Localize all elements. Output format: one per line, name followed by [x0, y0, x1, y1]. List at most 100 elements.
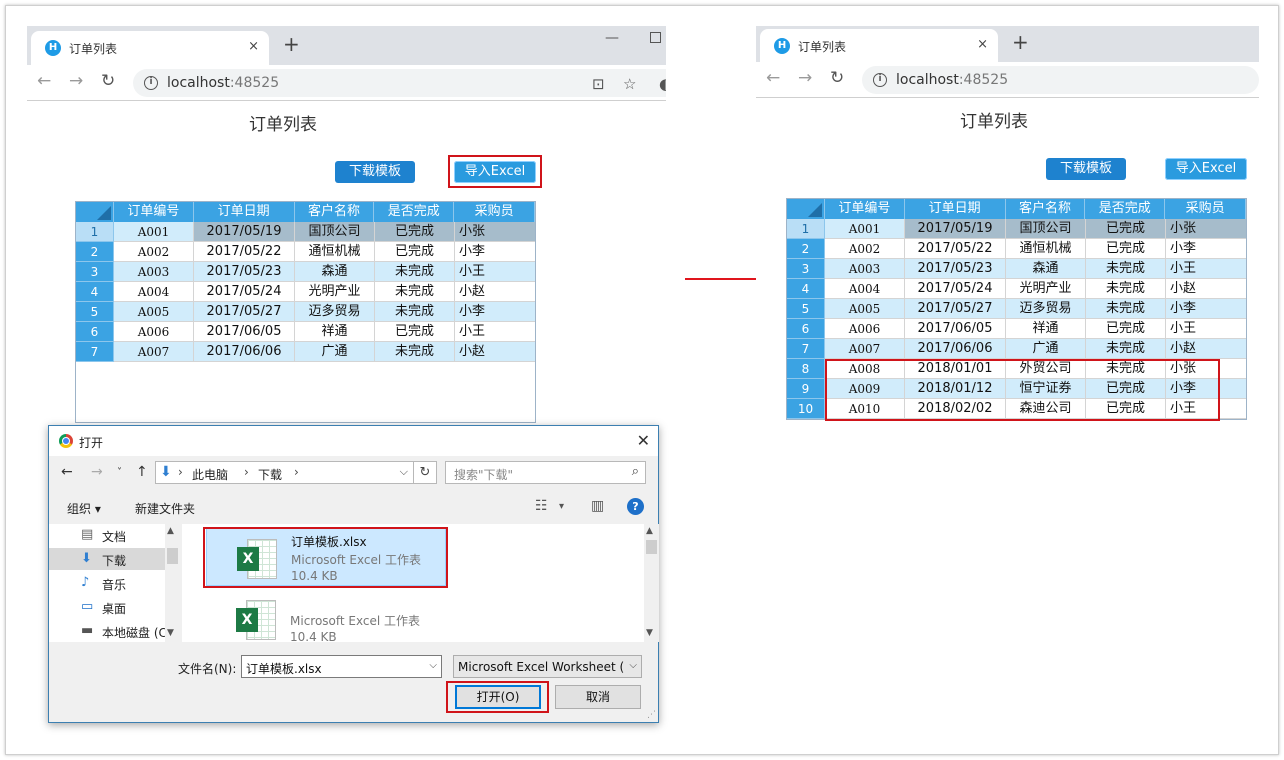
site-info-icon[interactable]: i	[873, 73, 887, 87]
table-cell[interactable]: 小王	[455, 262, 535, 282]
table-cell[interactable]: 小王	[1166, 259, 1246, 279]
table-row[interactable]: 7 A007 2017/06/06 广通 未完成 小赵	[76, 342, 535, 362]
path-downloads[interactable]: 下载	[258, 466, 282, 483]
row-number[interactable]: 9	[787, 379, 825, 399]
address-bar[interactable]: i localhost:48525	[862, 66, 1259, 94]
order-grid-after[interactable]: 订单编号 订单日期 客户名称 是否完成 采购员 1 A001 2017/05/19 国顶公司已…	[786, 198, 1247, 420]
table-row[interactable]: 8 A008 2018/01/01 外贸公司 未完成 小张	[787, 359, 1246, 379]
reload-icon[interactable]: ↻	[830, 68, 844, 88]
browser-tab[interactable]: H 订单列表 ×	[760, 29, 998, 62]
column-header[interactable]: 客户名称	[295, 202, 375, 222]
table-cell[interactable]: A002	[825, 239, 905, 259]
table-cell[interactable]: A004	[825, 279, 905, 299]
file-list-scrollbar[interactable]: ▲ ▼	[644, 524, 659, 642]
table-cell[interactable]: A005	[825, 299, 905, 319]
table-cell[interactable]: 小李	[1166, 379, 1246, 399]
filename-input[interactable]: 订单模板.xlsx ⌵	[241, 655, 442, 678]
row-number[interactable]: 3	[76, 262, 114, 282]
profile-icon[interactable]: ◐	[659, 75, 666, 93]
row-number[interactable]: 2	[787, 239, 825, 259]
table-row[interactable]: 2 A002 2017/05/22 通恒机械 已完成 小李	[76, 242, 535, 262]
nav-scrollbar[interactable]: ▲ ▼	[165, 524, 180, 642]
column-header[interactable]: 订单日期	[194, 202, 295, 222]
table-cell[interactable]: 未完成	[1086, 339, 1166, 359]
table-row[interactable]: 9 A009 2018/01/12 恒宁证券 已完成 小李	[787, 379, 1246, 399]
table-cell[interactable]: 迈多贸易	[1006, 299, 1086, 319]
table-cell[interactable]: 小王	[1166, 399, 1246, 419]
table-cell[interactable]: 光明产业	[295, 282, 375, 302]
reload-icon[interactable]: ↻	[101, 71, 115, 91]
open-button[interactable]: 打开(O)	[455, 685, 541, 709]
table-cell[interactable]: 外贸公司	[1006, 359, 1086, 379]
table-cell[interactable]: 未完成	[375, 302, 455, 322]
back-arrow-icon[interactable]: ←	[766, 68, 780, 88]
table-cell[interactable]: 已完成	[1086, 379, 1166, 399]
refresh-icon[interactable]: ↻	[413, 461, 437, 484]
row-number[interactable]: 5	[76, 302, 114, 322]
table-cell[interactable]: 小王	[1166, 319, 1246, 339]
row-number[interactable]: 6	[787, 319, 825, 339]
forward-arrow-icon[interactable]: →	[69, 71, 83, 91]
row-number[interactable]: 4	[76, 282, 114, 302]
table-cell[interactable]: 小张	[1166, 359, 1246, 379]
table-cell[interactable]: A010	[825, 399, 905, 419]
chevron-down-icon[interactable]: ⌵	[629, 660, 637, 671]
table-row[interactable]: 10 A010 2018/02/02 森迪公司 已完成 小王	[787, 399, 1246, 419]
table-cell[interactable]: 小李	[1166, 239, 1246, 259]
bookmark-star-icon[interactable]: ☆	[623, 75, 636, 93]
download-template-button[interactable]: 下载模板	[335, 161, 415, 183]
table-cell[interactable]: 2017/05/22	[194, 242, 295, 262]
table-cell[interactable]: 小李	[1166, 299, 1246, 319]
file-type-filter[interactable]: Microsoft Excel Worksheet ( ⌵	[453, 655, 642, 678]
nav-item-downloads[interactable]: ⬇ 下载	[49, 548, 167, 570]
import-excel-button[interactable]: 导入Excel	[454, 161, 536, 183]
tab-close-icon[interactable]: ×	[977, 37, 988, 52]
minimize-icon[interactable]: —	[605, 30, 619, 46]
table-cell[interactable]: 2017/06/06	[905, 339, 1006, 359]
column-header[interactable]: 订单编号	[114, 202, 194, 222]
row-number[interactable]: 7	[76, 342, 114, 362]
table-cell[interactable]: 未完成	[375, 262, 455, 282]
table-cell[interactable]: 2017/05/19	[194, 222, 295, 242]
translate-icon[interactable]: ⊡	[592, 75, 605, 93]
table-cell[interactable]: 小赵	[455, 342, 535, 362]
nav-scroll-thumb[interactable]	[167, 548, 178, 564]
table-row[interactable]: 1 A001 2017/05/19 国顶公司 已完成 小张	[787, 219, 1246, 239]
scroll-down-icon[interactable]: ▼	[167, 628, 174, 638]
help-icon[interactable]: ?	[627, 498, 644, 515]
preview-pane-icon[interactable]: ▥	[591, 498, 604, 514]
nav-item-local-disk[interactable]: ▬ 本地磁盘 (C	[49, 620, 167, 642]
table-cell[interactable]: 小李	[455, 302, 535, 322]
table-cell[interactable]: A003	[114, 262, 194, 282]
table-cell[interactable]: A007	[825, 339, 905, 359]
browser-tab[interactable]: H 订单列表 ×	[31, 31, 269, 65]
table-row[interactable]: 3 A003 2017/05/23 森通 未完成 小王	[76, 262, 535, 282]
organize-menu[interactable]: 组织 ▾	[67, 500, 101, 517]
table-row[interactable]: 6 A006 2017/06/05 祥通 已完成 小王	[76, 322, 535, 342]
row-number[interactable]: 6	[76, 322, 114, 342]
table-cell[interactable]: 小赵	[1166, 339, 1246, 359]
column-header[interactable]: 采购员	[1165, 199, 1246, 219]
table-cell[interactable]: 恒宁证券	[1006, 379, 1086, 399]
column-header[interactable]: 是否完成	[1085, 199, 1166, 219]
import-excel-button[interactable]: 导入Excel	[1165, 158, 1247, 180]
table-row[interactable]: 5 A005 2017/05/27 迈多贸易 未完成 小李	[76, 302, 535, 322]
recent-locations-icon[interactable]: ˅	[117, 467, 122, 478]
table-cell[interactable]: 2017/05/27	[194, 302, 295, 322]
table-cell[interactable]: 国顶公司	[1006, 219, 1086, 239]
table-row[interactable]: 3 A003 2017/05/23 森通 未完成 小王	[787, 259, 1246, 279]
new-tab-button[interactable]: +	[283, 34, 300, 54]
table-cell[interactable]: 国顶公司	[295, 222, 375, 242]
column-header[interactable]: 采购员	[454, 202, 535, 222]
dialog-forward-icon[interactable]: →	[91, 464, 103, 480]
table-cell[interactable]: 未完成	[1086, 359, 1166, 379]
download-template-button[interactable]: 下载模板	[1046, 158, 1126, 180]
order-grid-before[interactable]: 订单编号 订单日期 客户名称 是否完成 采购员 1 A001 2017/05/19 国顶公司已…	[75, 201, 536, 423]
new-tab-button[interactable]: +	[1012, 32, 1029, 52]
column-header[interactable]: 订单编号	[825, 199, 905, 219]
row-number[interactable]: 3	[787, 259, 825, 279]
table-cell[interactable]: 小张	[455, 222, 535, 242]
table-cell[interactable]: 未完成	[1086, 299, 1166, 319]
table-cell[interactable]: A001	[114, 222, 194, 242]
scroll-up-icon[interactable]: ▲	[167, 526, 174, 536]
